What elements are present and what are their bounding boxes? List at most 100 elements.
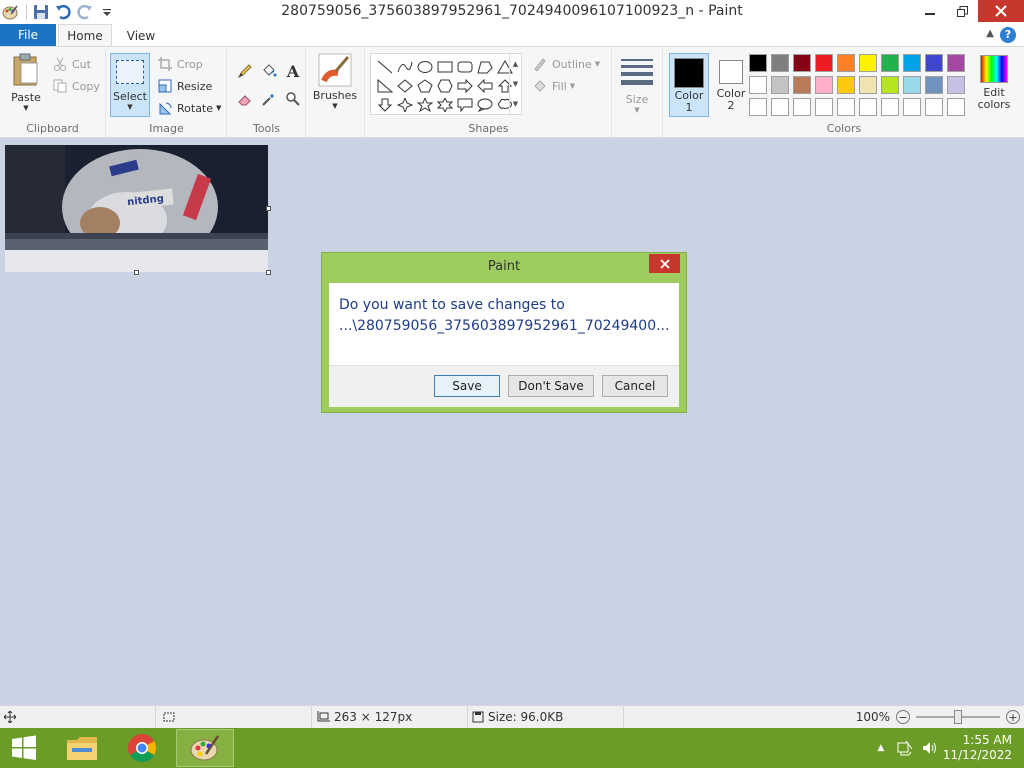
rounded-rectangle-shape-icon[interactable]: [455, 58, 475, 76]
outline-dropdown-icon[interactable]: ▼: [595, 60, 600, 68]
palette-swatch[interactable]: [815, 54, 833, 72]
collapse-ribbon-icon[interactable]: ▲: [986, 28, 994, 39]
palette-swatch[interactable]: [793, 98, 811, 116]
eraser-icon[interactable]: [234, 89, 256, 109]
resize-handle-bottom[interactable]: [134, 270, 139, 275]
zoom-slider-thumb[interactable]: [954, 710, 962, 724]
palette-swatch[interactable]: [947, 54, 965, 72]
tab-file[interactable]: File: [0, 24, 56, 46]
down-arrow-shape-icon[interactable]: [375, 96, 395, 114]
pentagon-shape-icon[interactable]: [415, 77, 435, 95]
oval-callout-shape-icon[interactable]: [475, 96, 495, 114]
palette-swatch[interactable]: [903, 76, 921, 94]
palette-swatch[interactable]: [837, 76, 855, 94]
brushes-button[interactable]: Brushes ▼: [313, 53, 357, 119]
zoom-slider[interactable]: [916, 710, 1000, 724]
canvas-area[interactable]: nitdng: [0, 139, 1024, 705]
resize-button[interactable]: Resize: [157, 76, 212, 96]
taskbar-clock[interactable]: 1:55 AM 11/12/2022: [943, 733, 1012, 763]
taskbar-file-explorer[interactable]: [58, 729, 106, 767]
palette-swatch[interactable]: [947, 98, 965, 116]
palette-swatch[interactable]: [881, 98, 899, 116]
start-button[interactable]: [0, 729, 48, 767]
paste-button[interactable]: Paste ▼: [6, 53, 46, 119]
curve-shape-icon[interactable]: [395, 58, 415, 76]
save-button[interactable]: Save: [434, 375, 500, 397]
six-point-star-shape-icon[interactable]: [435, 96, 455, 114]
palette-swatch[interactable]: [793, 54, 811, 72]
size-button[interactable]: Size ▼: [619, 55, 655, 119]
polygon-shape-icon[interactable]: [475, 58, 495, 76]
color-picker-icon[interactable]: [258, 89, 280, 109]
rectangle-shape-icon[interactable]: [435, 58, 455, 76]
resize-handle-right[interactable]: [266, 206, 271, 211]
rotate-button[interactable]: Rotate ▼: [157, 98, 221, 118]
copy-button[interactable]: Copy: [52, 76, 100, 96]
palette-swatch[interactable]: [749, 76, 767, 94]
outline-button[interactable]: Outline ▼: [532, 54, 600, 74]
dialog-close-button[interactable]: [649, 254, 680, 273]
cut-button[interactable]: Cut: [52, 54, 91, 74]
zoom-out-button[interactable]: −: [896, 710, 910, 724]
palette-swatch[interactable]: [771, 54, 789, 72]
palette-swatch[interactable]: [815, 98, 833, 116]
paste-dropdown-icon[interactable]: ▼: [23, 104, 28, 112]
taskbar-chrome[interactable]: [118, 729, 166, 767]
canvas-image[interactable]: nitdng: [5, 145, 268, 272]
palette-swatch[interactable]: [947, 76, 965, 94]
select-dropdown-icon[interactable]: ▼: [127, 103, 132, 111]
palette-swatch[interactable]: [881, 76, 899, 94]
shapes-scroll-down-icon[interactable]: ▼: [513, 80, 518, 88]
action-center-icon[interactable]: [895, 740, 915, 756]
palette-swatch[interactable]: [881, 54, 899, 72]
fill-bucket-icon[interactable]: [258, 61, 280, 81]
right-triangle-shape-icon[interactable]: [375, 77, 395, 95]
palette-swatch[interactable]: [903, 54, 921, 72]
select-button[interactable]: Select ▼: [110, 53, 150, 117]
brushes-dropdown-icon[interactable]: ▼: [332, 102, 337, 110]
right-arrow-shape-icon[interactable]: [455, 77, 475, 95]
five-point-star-shape-icon[interactable]: [415, 96, 435, 114]
crop-button[interactable]: Crop: [157, 54, 203, 74]
palette-swatch[interactable]: [925, 98, 943, 116]
rotate-dropdown-icon[interactable]: ▼: [216, 104, 221, 112]
palette-swatch[interactable]: [859, 54, 877, 72]
resize-handle-corner[interactable]: [266, 270, 271, 275]
pencil-icon[interactable]: [234, 61, 256, 81]
magnifier-icon[interactable]: [282, 89, 304, 109]
palette-swatch[interactable]: [793, 76, 811, 94]
hexagon-shape-icon[interactable]: [435, 77, 455, 95]
restore-button[interactable]: [946, 0, 978, 22]
fill-dropdown-icon[interactable]: ▼: [570, 82, 575, 90]
cancel-button[interactable]: Cancel: [602, 375, 668, 397]
line-shape-icon[interactable]: [375, 58, 395, 76]
palette-swatch[interactable]: [771, 76, 789, 94]
tab-view[interactable]: View: [114, 24, 168, 47]
shapes-expand-icon[interactable]: ▼: [513, 100, 518, 108]
zoom-in-button[interactable]: +: [1006, 710, 1020, 724]
palette-swatch[interactable]: [903, 98, 921, 116]
help-icon[interactable]: ?: [1000, 27, 1016, 43]
show-hidden-icons-icon[interactable]: ▲: [871, 743, 891, 753]
tab-home[interactable]: Home: [58, 24, 112, 47]
palette-swatch[interactable]: [749, 98, 767, 116]
palette-swatch[interactable]: [859, 98, 877, 116]
palette-swatch[interactable]: [771, 98, 789, 116]
taskbar-paint[interactable]: [176, 729, 234, 767]
oval-shape-icon[interactable]: [415, 58, 435, 76]
palette-swatch[interactable]: [837, 98, 855, 116]
palette-swatch[interactable]: [925, 76, 943, 94]
rect-callout-shape-icon[interactable]: [455, 96, 475, 114]
close-button[interactable]: [978, 0, 1024, 22]
shapes-scroll-up-icon[interactable]: ▲: [513, 60, 518, 68]
palette-swatch[interactable]: [837, 54, 855, 72]
shapes-scrollbar[interactable]: ▲ ▼ ▼: [509, 54, 521, 114]
color1-button[interactable]: Color 1: [669, 53, 709, 117]
color2-button[interactable]: Color 2: [711, 53, 751, 117]
size-dropdown-icon[interactable]: ▼: [634, 106, 639, 114]
volume-icon[interactable]: [919, 740, 939, 756]
dont-save-button[interactable]: Don't Save: [508, 375, 594, 397]
palette-swatch[interactable]: [815, 76, 833, 94]
palette-swatch[interactable]: [859, 76, 877, 94]
text-tool-icon[interactable]: A: [282, 61, 304, 81]
